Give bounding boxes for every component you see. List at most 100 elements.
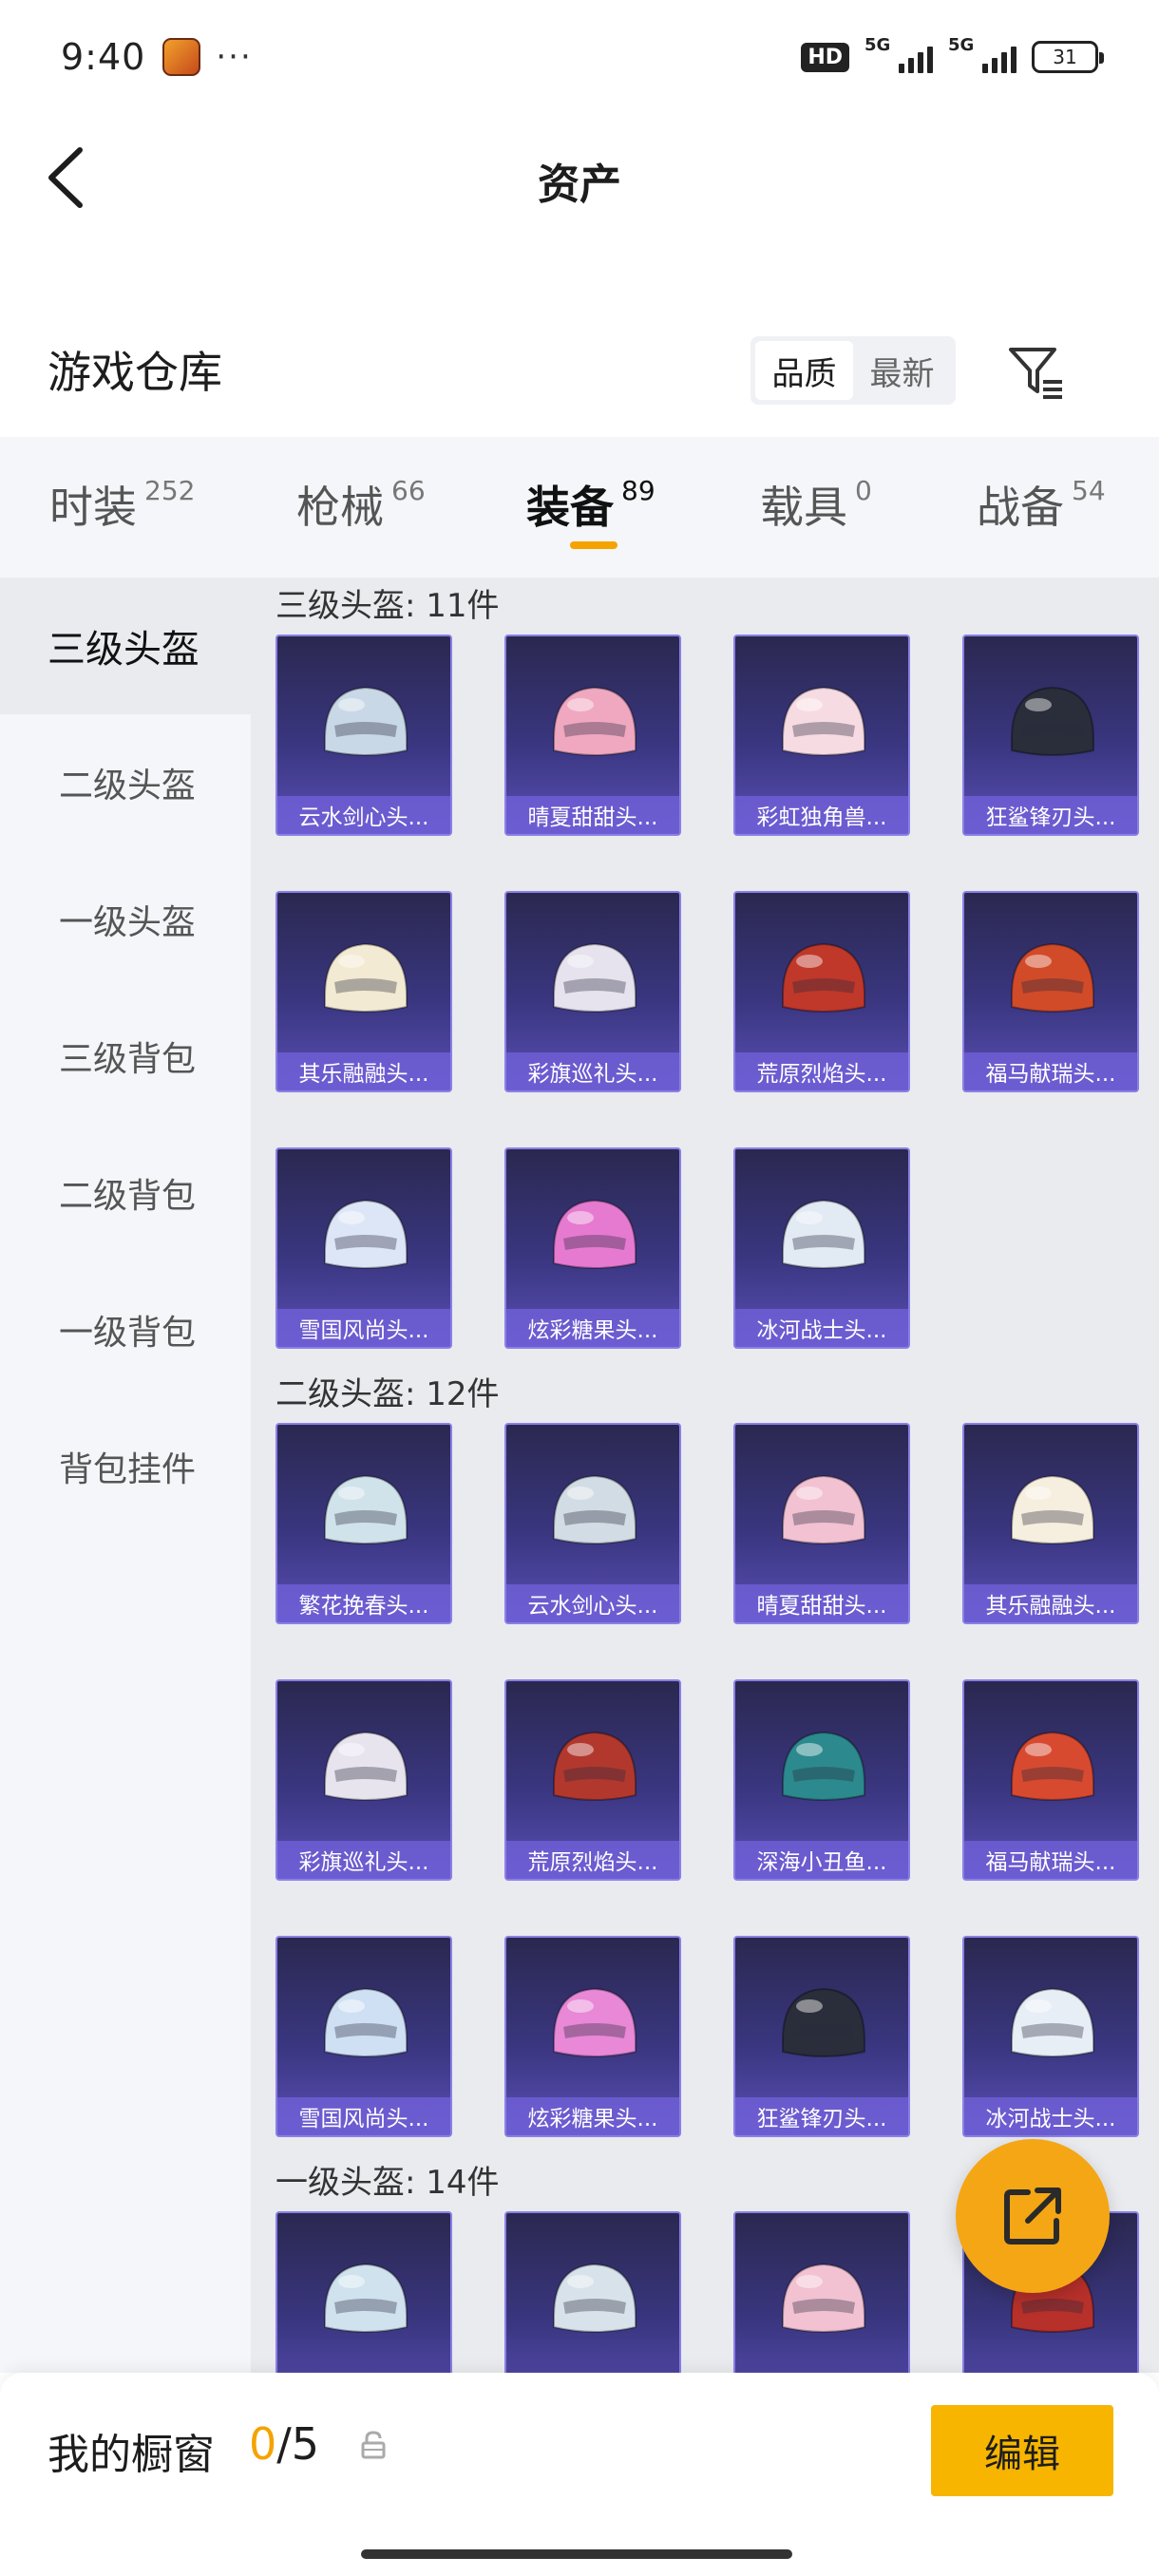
sidebar-item-level3-helmet[interactable]: 三级头盔 [0,578,251,714]
helmet-icon [782,942,865,1013]
item-name: 云水剑心头... [506,1584,679,1622]
item-card[interactable]: 冰河战士头... [962,1936,1139,2137]
item-card[interactable] [733,2211,910,2373]
helmet-icon [324,2263,408,2333]
item-name: 彩虹独角兽... [735,796,908,834]
tab-label: 枪械 [296,482,384,533]
item-card[interactable]: 繁花挽春头... [276,1423,452,1624]
showcase-current: 0 [249,2418,277,2470]
network-type-label: 5G [864,35,891,55]
sort-toggle: 品质 最新 [750,336,956,405]
share-button[interactable] [956,2139,1110,2293]
item-card[interactable]: 其乐融融头... [276,891,452,1092]
item-name: 荒原烈焰头... [506,1841,679,1879]
tab-label: 载具 [760,482,847,533]
tab-fashion[interactable]: 时装 252 [49,473,195,536]
sidebar-item-level3-backpack[interactable]: 三级背包 [0,988,251,1125]
item-name: 炫彩糖果头... [506,2097,679,2135]
item-card[interactable]: 云水剑心头... [276,635,452,836]
helmet-icon [324,1987,408,2057]
item-name: 繁花挽春头... [277,1584,450,1622]
tab-count: 66 [391,475,426,506]
battery-icon: 31 [1032,41,1104,73]
item-card[interactable] [276,2211,452,2373]
helmet-icon [553,1987,636,2057]
item-card[interactable]: 其乐融融头... [962,1423,1139,1624]
showcase-count: 0/5 [249,2418,319,2470]
item-name: 冰河战士头... [964,2097,1137,2135]
tab-label: 装备 [526,482,614,533]
tab-vehicles[interactable]: 载具 0 [760,473,872,536]
item-card[interactable]: 福马献瑞头... [962,891,1139,1092]
sidebar-item-level1-backpack[interactable]: 一级背包 [0,1261,251,1398]
helmet-icon [782,1731,865,1801]
subcategory-sidebar: 三级头盔 二级头盔 一级头盔 三级背包 二级背包 一级背包 背包挂件 [0,578,251,2373]
filter-button[interactable] [1005,342,1066,403]
item-card[interactable] [504,2211,681,2373]
hd-voice-icon: HD [801,42,849,72]
item-card[interactable]: 晴夏甜甜头... [504,635,681,836]
item-card[interactable]: 炫彩糖果头... [504,1147,681,1349]
helmet-icon [553,1731,636,1801]
item-name: 彩旗巡礼头... [506,1052,679,1090]
signal-strength-icon: 5G [864,35,933,73]
tab-count: 252 [144,475,196,506]
game-app-icon [162,38,201,76]
helmet-icon [324,1474,408,1544]
item-name: 雪国风尚头... [277,1309,450,1347]
helmet-icon [1011,942,1094,1013]
item-card[interactable]: 炫彩糖果头... [504,1936,681,2137]
helmet-icon [782,1199,865,1269]
helmet-icon [782,1474,865,1544]
item-name: 狂鲨锋刃头... [964,796,1137,834]
lock-icon [361,2431,386,2459]
edit-button[interactable]: 编辑 [931,2405,1113,2496]
item-name: 福马献瑞头... [964,1052,1137,1090]
item-grid: 云水剑心头... 晴夏甜甜头... 彩虹独角兽... 狂鲨锋刃头... 其乐融融头...… [251,635,1159,1349]
tab-equipment[interactable]: 装备 89 [526,473,656,536]
section-title: 二级头盔: 12件 [276,1375,500,1413]
helmet-icon [1011,1731,1094,1801]
helmet-icon [553,1474,636,1544]
section-title: 三级头盔: 11件 [276,587,500,625]
tab-battle-gear[interactable]: 战备 54 [977,473,1106,536]
sort-by-newest[interactable]: 最新 [853,341,951,400]
item-card[interactable]: 云水剑心头... [504,1423,681,1624]
item-card[interactable]: 冰河战士头... [733,1147,910,1349]
signal-strength-icon-2: 5G [948,35,1016,73]
item-card[interactable]: 荒原烈焰头... [733,891,910,1092]
item-name: 炫彩糖果头... [506,1309,679,1347]
helmet-icon [553,942,636,1013]
warehouse-header: 游戏仓库 品质 最新 [0,313,1159,418]
sidebar-item-level1-helmet[interactable]: 一级头盔 [0,851,251,988]
helmet-icon [1011,1987,1094,2057]
item-card[interactable]: 深海小丑鱼... [733,1679,910,1881]
item-card[interactable]: 雪国风尚头... [276,1147,452,1349]
item-card[interactable]: 彩旗巡礼头... [276,1679,452,1881]
sidebar-item-backpack-charm[interactable]: 背包挂件 [0,1398,251,1535]
item-name: 其乐融融头... [964,1584,1137,1622]
item-card[interactable]: 晴夏甜甜头... [733,1423,910,1624]
helmet-icon [1011,1474,1094,1544]
item-card[interactable]: 荒原烈焰头... [504,1679,681,1881]
helmet-icon [553,2263,636,2333]
sort-by-quality[interactable]: 品质 [755,341,853,400]
item-name: 雪国风尚头... [277,2097,450,2135]
helmet-icon [324,686,408,756]
warehouse-title: 游戏仓库 [48,347,222,398]
home-indicator[interactable] [361,2549,792,2559]
status-bar: 9:40 ··· HD 5G 5G 31 [0,0,1159,114]
helmet-icon [324,1199,408,1269]
tab-weapons[interactable]: 枪械 66 [296,473,426,536]
item-card[interactable]: 狂鲨锋刃头... [733,1936,910,2137]
item-card[interactable]: 福马献瑞头... [962,1679,1139,1881]
item-card[interactable]: 雪国风尚头... [276,1936,452,2137]
item-card[interactable]: 狂鲨锋刃头... [962,635,1139,836]
item-card[interactable]: 彩虹独角兽... [733,635,910,836]
sidebar-item-level2-helmet[interactable]: 二级头盔 [0,714,251,851]
tab-count: 89 [621,475,656,506]
sidebar-item-level2-backpack[interactable]: 二级背包 [0,1125,251,1261]
helmet-icon [324,1731,408,1801]
item-card[interactable]: 彩旗巡礼头... [504,891,681,1092]
item-name: 深海小丑鱼... [735,1841,908,1879]
